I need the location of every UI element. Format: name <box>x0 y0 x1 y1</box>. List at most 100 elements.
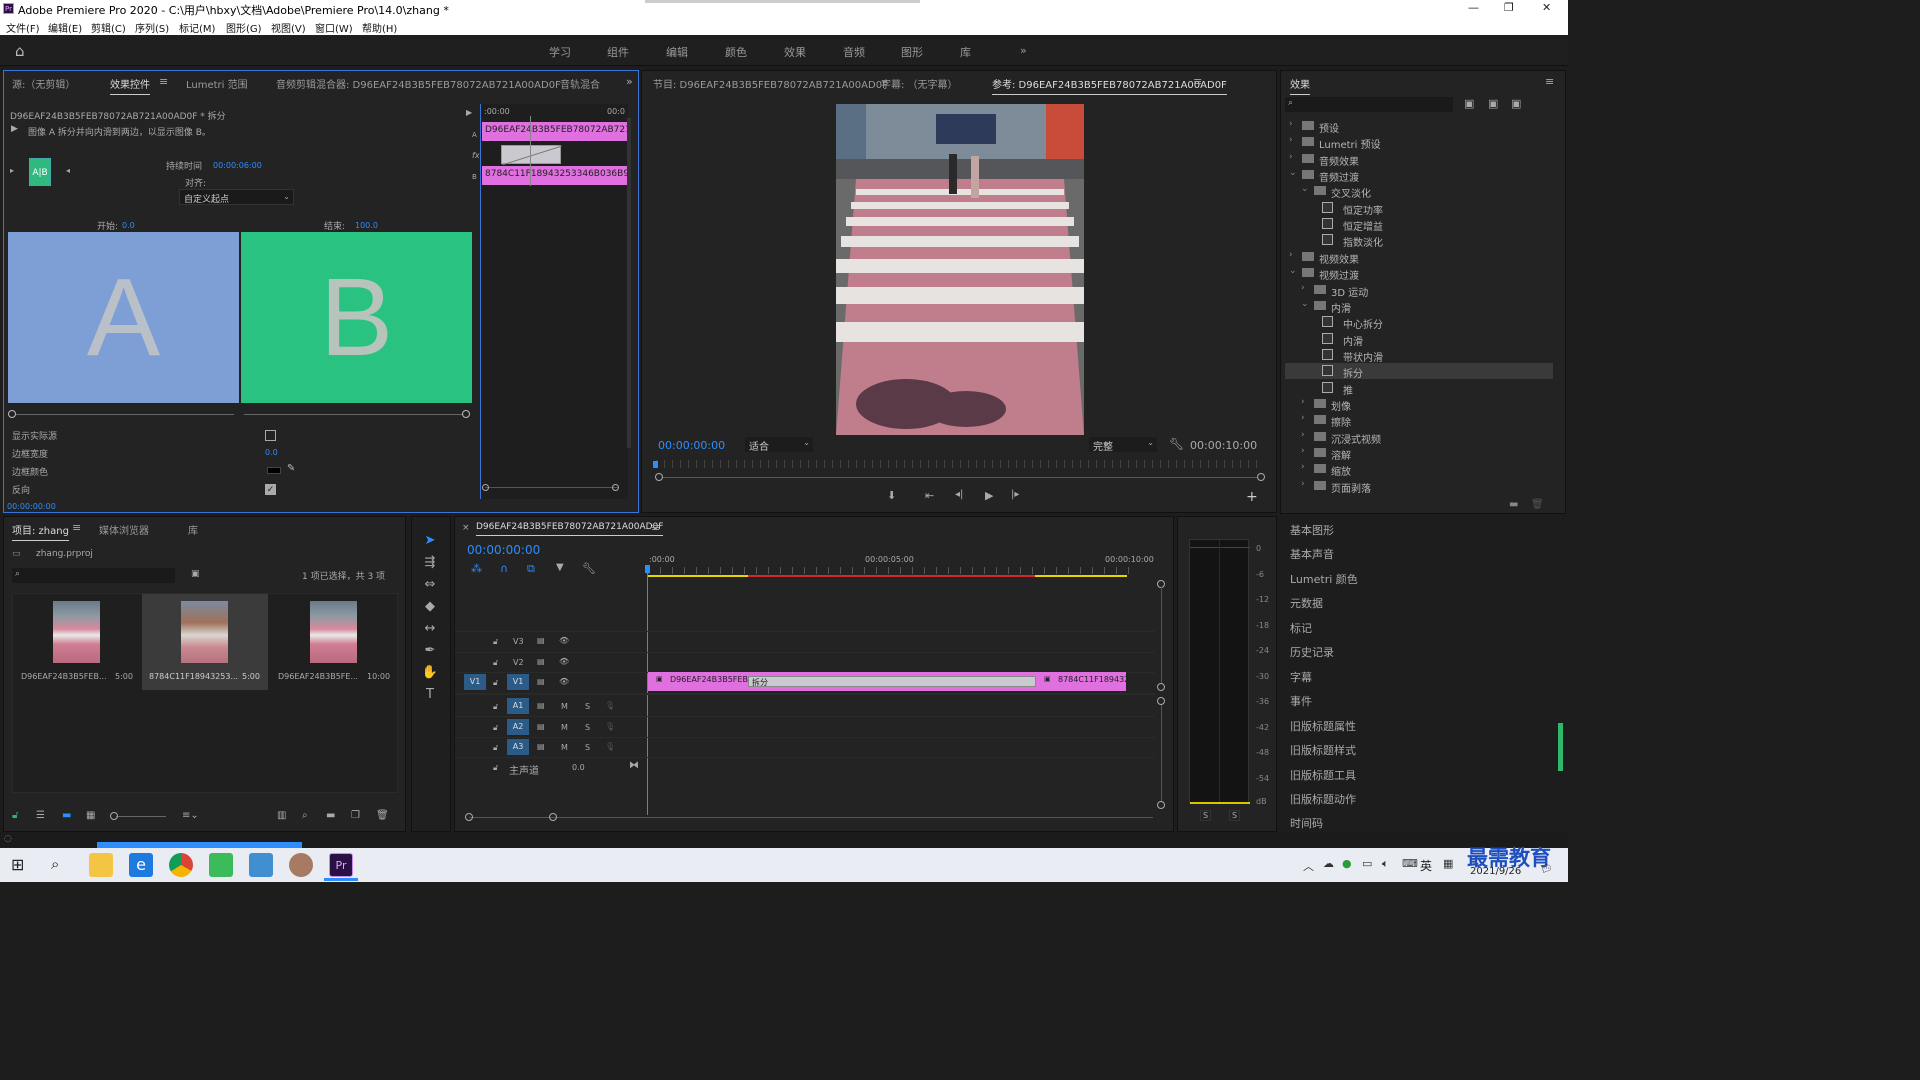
more-workspaces-icon[interactable]: » <box>1020 44 1027 57</box>
selection-tool-icon[interactable]: ➤ <box>420 533 440 551</box>
panel-menu-icon[interactable]: ≡ <box>651 521 660 534</box>
freeform-view-icon[interactable]: ▦ <box>86 810 95 821</box>
effect-folder[interactable]: › 音频效果 <box>1285 151 1553 168</box>
track-v1-label[interactable]: V1 <box>507 674 529 690</box>
avatar-app-icon[interactable] <box>289 853 313 877</box>
chevron-right-icon[interactable]: › <box>1289 119 1293 129</box>
track-a3-label[interactable]: A3 <box>507 739 529 755</box>
effect-item[interactable]: 恒定功率 <box>1285 200 1553 217</box>
program-zoom-bar[interactable] <box>658 477 1258 478</box>
premiere-taskbar-icon[interactable]: Pr <box>329 853 353 877</box>
add-button-icon[interactable]: + <box>1246 489 1258 505</box>
snap-icon[interactable]: ∩ <box>500 562 508 575</box>
effect-folder[interactable]: › 页面剥落 <box>1285 478 1553 495</box>
menu-edit[interactable]: 编辑(E) <box>48 20 82 35</box>
sync-lock-icon[interactable]: ▤ <box>537 701 545 710</box>
sequence-tab[interactable]: D96EAF24B3B5FEB78072AB721A00AD0F <box>476 522 664 536</box>
close-icon[interactable]: ✕ <box>1542 1 1551 14</box>
lumetri-color-tab[interactable]: Lumetri 颜色 <box>1290 571 1358 587</box>
effects-search-input[interactable]: ⌕ <box>1285 97 1453 112</box>
workspace-color[interactable]: 颜色 <box>725 44 747 60</box>
add-marker-icon[interactable]: ▼ <box>556 562 564 573</box>
legacy-title-styles-tab[interactable]: 旧版标题样式 <box>1290 742 1356 758</box>
expand-arrow-icon[interactable]: ▶ <box>466 108 472 117</box>
timeline-hscroll[interactable] <box>469 817 1153 818</box>
sort-icon[interactable]: ≡⌄ <box>182 810 199 821</box>
eye-icon[interactable]: 👁︎ <box>559 657 569 666</box>
video-zoom-track[interactable] <box>1161 587 1162 683</box>
yuv-effects-icon[interactable]: ▣ <box>1511 97 1521 110</box>
tab-effect-controls[interactable]: 效果控件 <box>110 76 150 95</box>
effect-folder[interactable]: › 划像 <box>1285 396 1553 413</box>
new-search-bin-icon[interactable]: ▣ <box>191 569 200 579</box>
eye-icon[interactable]: 👁︎ <box>559 677 569 686</box>
lock-icon[interactable]: 🔓︎ <box>493 723 498 733</box>
mini-zoom-left-handle[interactable] <box>482 484 489 491</box>
audio-zoom-handle-top[interactable] <box>1157 697 1165 705</box>
show-actual-sources-checkbox[interactable] <box>265 430 276 441</box>
step-forward-icon[interactable]: |▸ <box>1011 489 1019 500</box>
workspace-audio[interactable]: 音频 <box>843 44 865 60</box>
chevron-right-icon[interactable]: › <box>1301 446 1305 456</box>
start-slider-handle[interactable] <box>8 410 16 418</box>
nest-icon[interactable]: ⁂ <box>471 562 482 575</box>
play-transition-icon[interactable]: ▶ <box>11 124 18 134</box>
add-marker-icon[interactable]: ⬇ <box>887 489 896 502</box>
tray-keyboard-icon[interactable]: ⌨ <box>1402 857 1418 870</box>
reverse-checkbox[interactable]: ✓ <box>265 484 276 495</box>
workspace-editing[interactable]: 编辑 <box>666 44 688 60</box>
effect-folder[interactable]: › 沉浸式视频 <box>1285 429 1553 446</box>
tray-chevron-icon[interactable]: ︿ <box>1303 858 1314 874</box>
tab-reference[interactable]: 参考: D96EAF24B3B5FEB78072AB721A00AD0F <box>992 76 1227 95</box>
v1-clip-1[interactable]: D96EAF24B3B5FEB78 <box>670 675 758 684</box>
delete-icon[interactable]: 🗑︎ <box>1531 499 1544 510</box>
find-icon[interactable]: ⌕ <box>302 810 308 821</box>
ripple-edit-tool-icon[interactable]: ⇔ <box>420 577 440 595</box>
border-color-swatch[interactable] <box>267 467 281 474</box>
linked-selection-icon[interactable]: ⧉ <box>527 562 535 576</box>
legacy-title-tools-tab[interactable]: 旧版标题工具 <box>1290 767 1356 783</box>
eye-icon[interactable]: 👁︎ <box>559 636 569 645</box>
sync-lock-icon[interactable]: ▤ <box>537 742 545 751</box>
align-dropdown[interactable]: 自定义起点 ⌄ <box>179 189 294 205</box>
end-slider-handle[interactable] <box>462 410 470 418</box>
track-a2-label[interactable]: A2 <box>507 719 529 735</box>
menu-marker[interactable]: 标记(M) <box>179 20 215 35</box>
menu-sequence[interactable]: 序列(S) <box>135 20 169 35</box>
mute-button[interactable]: M <box>561 743 568 752</box>
zoom-left-handle[interactable] <box>655 473 663 481</box>
slip-tool-icon[interactable]: ↔ <box>420 621 440 639</box>
lock-icon[interactable]: 🔓︎ <box>12 810 18 821</box>
project-item-selected[interactable]: 8784C11F18943253... 5:00 <box>142 594 268 690</box>
workspace-graphics[interactable]: 图形 <box>901 44 923 60</box>
quality-dropdown[interactable]: 完整 ⌄ <box>1089 437 1157 453</box>
chevron-right-icon[interactable]: › <box>1289 250 1293 260</box>
solo-button[interactable]: S <box>585 723 590 732</box>
app-icon-2[interactable] <box>249 853 273 877</box>
hscroll-left-handle[interactable] <box>465 813 473 821</box>
project-search-input[interactable]: ⌕ <box>12 568 175 583</box>
effect-folder[interactable]: ⌄ 交叉淡化 <box>1285 183 1553 200</box>
list-scroll-indicator[interactable] <box>1558 723 1563 771</box>
tab-lumetri-scopes[interactable]: Lumetri 范围 <box>186 76 248 91</box>
close-sequence-icon[interactable]: × <box>462 523 470 533</box>
v1-clip-2[interactable]: 8784C11F18943253 <box>1058 675 1126 684</box>
start-slider[interactable] <box>12 414 234 415</box>
icon-view-icon[interactable]: ▬ <box>62 810 71 821</box>
go-to-in-icon[interactable]: ⇤ <box>925 489 934 502</box>
effect-folder[interactable]: ⌄ 视频过渡 <box>1285 265 1553 282</box>
effect-folder[interactable]: › 3D 运动 <box>1285 282 1553 299</box>
new-bin-icon[interactable]: ▬ <box>1509 499 1518 510</box>
tab-audio-track-mixer[interactable]: 音轨混合 <box>560 76 600 91</box>
mini-zoom-right-handle[interactable] <box>612 484 619 491</box>
fit-dropdown[interactable]: 适合 ⌄ <box>745 437 813 453</box>
effect-folder[interactable]: › 预设 <box>1285 118 1553 135</box>
effect-folder[interactable]: ⌄ 音频过渡 <box>1285 167 1553 184</box>
program-time-ruler[interactable] <box>656 460 1262 468</box>
lock-icon[interactable]: 🔓︎ <box>493 678 498 688</box>
menu-graphics[interactable]: 图形(G) <box>226 20 262 35</box>
eyedropper-icon[interactable]: ✎ <box>287 463 295 474</box>
timeline-ruler[interactable] <box>648 567 1138 574</box>
tab-audio-clip-mixer[interactable]: 音频剪辑混合器: D96EAF24B3B5FEB78072AB721A00AD0… <box>276 76 561 91</box>
sync-lock-icon[interactable]: ▤ <box>537 636 545 645</box>
